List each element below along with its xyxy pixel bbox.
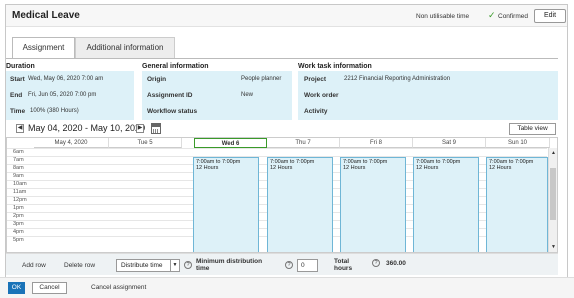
dialog-actions-bar bbox=[0, 277, 574, 298]
min-distribution-input[interactable]: 0 bbox=[297, 259, 318, 272]
delete-row-button[interactable]: Delete row bbox=[64, 262, 95, 269]
cancel-assignment-button[interactable]: Cancel assignment bbox=[91, 284, 146, 291]
scroll-up-icon[interactable]: ▲ bbox=[549, 150, 557, 156]
day-header-wed: Wed 6 bbox=[194, 138, 267, 148]
assignment-id-value: New bbox=[241, 92, 254, 98]
end-label: End bbox=[10, 92, 23, 99]
activity-label: Activity bbox=[304, 108, 328, 115]
event-block[interactable]: 7:00am to 7:00pm 12 Hours bbox=[340, 157, 406, 252]
confirmed-label: Confirmed bbox=[498, 13, 528, 20]
event-hours: 12 Hours bbox=[416, 165, 439, 171]
day-header-sat: Sat 9 bbox=[413, 138, 486, 148]
event-hours: 12 Hours bbox=[343, 165, 366, 171]
work-task-heading: Work task information bbox=[298, 63, 372, 70]
total-hours-value: 360.00 bbox=[386, 260, 406, 267]
help-icon[interactable]: ? bbox=[184, 261, 192, 269]
calendar-scrollbar[interactable]: ▲ ▼ bbox=[548, 148, 557, 252]
ok-button[interactable]: OK bbox=[8, 282, 25, 294]
table-view-button[interactable]: Table view bbox=[509, 123, 556, 135]
distribute-time-label: Distribute time bbox=[121, 262, 163, 269]
start-value: Wed, May 06, 2020 7:00 am bbox=[28, 76, 104, 82]
event-hours: 12 Hours bbox=[270, 165, 293, 171]
total-hours-label-2: hours bbox=[334, 265, 353, 272]
assignment-id-label: Assignment ID bbox=[147, 92, 193, 99]
hour-label: 6am bbox=[7, 148, 547, 155]
min-distribution-label-1: Minimum distribution bbox=[196, 258, 263, 265]
day-header-thu: Thu 7 bbox=[267, 138, 340, 148]
event-block[interactable]: 7:00am to 7:00pm 12 Hours bbox=[486, 157, 548, 252]
chevron-down-icon[interactable]: ▼ bbox=[170, 260, 179, 271]
tab-assignment[interactable]: Assignment bbox=[12, 37, 75, 59]
workflow-status-label: Workflow status bbox=[147, 108, 198, 115]
day-header-fri: Fri 8 bbox=[340, 138, 413, 148]
work-task-panel: Project 2212 Financial Reporting Adminis… bbox=[298, 71, 558, 120]
start-label: Start bbox=[10, 76, 25, 83]
tab-additional-information[interactable]: Additional information bbox=[75, 37, 175, 59]
scroll-down-icon[interactable]: ▼ bbox=[549, 244, 557, 250]
day-header-sun: Sun 10 bbox=[486, 138, 550, 148]
total-hours-label-1: Total bbox=[334, 258, 350, 265]
add-row-button[interactable]: Add row bbox=[22, 262, 46, 269]
event-hours: 12 Hours bbox=[196, 165, 219, 171]
prev-week-button[interactable]: ◀ bbox=[16, 124, 24, 133]
event-block[interactable]: 7:00am to 7:00pm 12 Hours bbox=[413, 157, 479, 252]
origin-value: People planner bbox=[241, 76, 282, 82]
calendar-icon[interactable] bbox=[151, 123, 161, 134]
general-info-panel: Origin People planner Assignment ID New … bbox=[142, 71, 292, 120]
origin-label: Origin bbox=[147, 76, 167, 83]
project-value: 2212 Financial Reporting Administration bbox=[344, 76, 451, 82]
day-header-mon: May 4, 2020 bbox=[34, 138, 109, 148]
non-utilisable-label: Non utilisable time bbox=[416, 13, 470, 20]
duration-panel: Start Wed, May 06, 2020 7:00 am End Fri,… bbox=[6, 71, 134, 120]
help-icon[interactable]: ? bbox=[285, 261, 293, 269]
time-value: 100% (380 Hours) bbox=[30, 108, 79, 114]
work-order-label: Work order bbox=[304, 92, 339, 99]
general-info-heading: General information bbox=[142, 63, 209, 70]
week-calendar-grid: May 4, 2020 Tue 5 Wed 6 Thu 7 Fri 8 Sat … bbox=[6, 137, 558, 253]
event-block[interactable]: 7:00am to 7:00pm 12 Hours bbox=[267, 157, 333, 252]
project-label: Project bbox=[304, 76, 327, 83]
next-week-button[interactable]: ▶ bbox=[136, 124, 144, 133]
check-icon: ✓ bbox=[488, 10, 496, 20]
help-icon[interactable]: ? bbox=[372, 259, 380, 267]
event-hours: 12 Hours bbox=[489, 165, 512, 171]
scroll-thumb[interactable] bbox=[550, 168, 556, 220]
time-label: Time bbox=[10, 108, 26, 115]
duration-heading: Duration bbox=[6, 63, 35, 70]
title-bar: Medical Leave Non utilisable time ✓ Conf… bbox=[6, 5, 567, 27]
min-distribution-label-2: time bbox=[196, 265, 210, 272]
date-range: May 04, 2020 - May 10, 2020 bbox=[28, 123, 146, 133]
end-value: Fri, Jun 05, 2020 7:00 pm bbox=[28, 92, 97, 98]
distribute-time-dropdown[interactable]: Distribute time ▼ bbox=[116, 259, 180, 272]
edit-button[interactable]: Edit bbox=[534, 9, 566, 23]
cancel-button[interactable]: Cancel bbox=[32, 282, 67, 294]
dialog-title: Medical Leave bbox=[12, 10, 80, 21]
tab-divider bbox=[6, 58, 558, 59]
event-block[interactable]: 7:00am to 7:00pm 12 Hours bbox=[193, 157, 259, 252]
day-header-tue: Tue 5 bbox=[109, 138, 182, 148]
